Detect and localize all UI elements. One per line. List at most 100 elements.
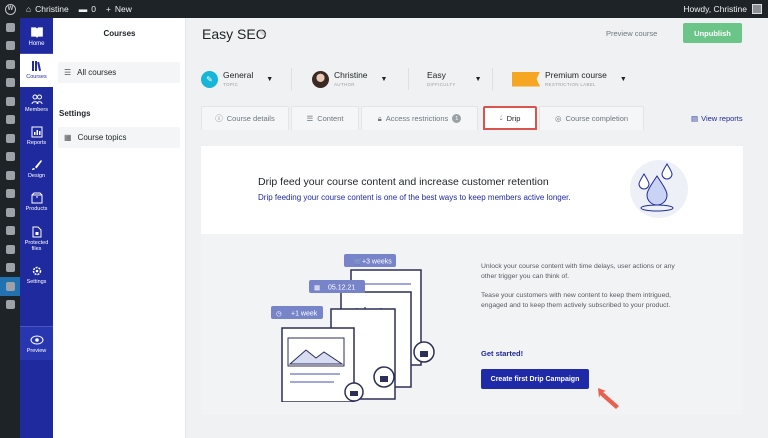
course-topics-link[interactable]: ▦ Course topics [58,127,180,148]
svg-text:◷: ◷ [276,311,282,318]
books-icon [31,61,41,72]
file-lock-icon [32,226,41,238]
list-icon: ☰ [306,114,314,123]
preview-course-button[interactable]: Preview course [600,25,663,43]
difficulty-selector[interactable]: Easy DIFFICULTY ▼ [427,68,482,90]
subnav-title: Courses [103,29,136,38]
appearance-icon[interactable] [0,129,20,148]
settings-icon[interactable] [0,203,20,222]
water-drops-icon [638,163,674,212]
plugins-icon[interactable] [0,148,20,167]
app-nav: Home Courses Members Reports Design Prod… [20,18,53,438]
nav-settings[interactable]: Settings [20,259,53,292]
divider [408,68,409,90]
all-courses-link[interactable]: ☰ All courses [58,62,180,83]
svg-text:▦: ▦ [314,285,320,292]
settings-header: Settings [59,109,91,118]
count-badge: 1 [452,114,462,123]
book-icon [30,26,43,38]
author-selector[interactable]: Christine AUTHOR ▼ [312,68,387,90]
tab-course-details[interactable]: ⓘ Course details [201,106,289,130]
drip-subheading: Drip feeding your course content is one … [258,193,571,202]
report-icon: ▤ [691,114,699,123]
plugin-icon[interactable] [0,222,20,241]
new-content-link[interactable]: + New [101,0,137,18]
main-content: Easy SEO ✎ Preview course Unpublish ✎ Ge… [186,18,768,438]
topic-icon: ✎ [201,70,218,88]
tools-icon[interactable] [0,185,20,204]
comments-link[interactable]: ▬ 0 [74,0,101,18]
home-icon: ⌂ [26,4,32,14]
nav-preview[interactable]: Preview [20,326,53,360]
chevron-down-icon: ▼ [266,75,274,83]
lock-icon: 🔒︎ [377,113,382,123]
tab-access-restrictions[interactable]: 🔒︎ Access restrictions 1 [361,106,478,130]
nav-members[interactable]: Members [20,87,53,120]
ribbon-icon [512,71,540,87]
seo-icon[interactable] [0,259,20,278]
get-started-label: Get started! [481,349,524,358]
pin-icon[interactable] [0,111,20,130]
wp-admin-sidebar [0,18,20,438]
grid-icon: ▦ [64,133,72,142]
drip-panel: Drip feed your course content and increa… [201,146,743,415]
nav-protected-files[interactable]: Protected files [20,219,53,259]
drip-para-2: Tease your customers with new content to… [481,292,672,309]
chevron-down-icon: ▼ [474,75,482,83]
nav-courses[interactable]: Courses [20,54,53,87]
collapse-icon[interactable] [0,296,20,315]
svg-text:🛒: 🛒 [354,258,362,266]
drop-icon: 💧︎ [499,113,503,122]
list-icon: ☰ [64,68,72,77]
view-reports-link[interactable]: ▤ View reports [691,114,743,123]
divider [492,68,493,90]
create-drip-campaign-button[interactable]: Create first Drip Campaign [481,369,589,389]
drip-heading: Drip feed your course content and increa… [258,176,549,188]
wp-logo-button[interactable]: W [0,0,21,18]
nav-home[interactable]: Home [20,18,53,54]
tab-course-completion[interactable]: ◎ Course completion [539,106,644,130]
chevron-down-icon: ▼ [619,75,627,83]
wordpress-icon: W [5,3,16,15]
users-group-icon [31,94,42,105]
site-name-link[interactable]: ⌂ Christine [21,0,74,18]
chevron-down-icon: ▼ [380,75,388,83]
plus-icon: + [105,4,111,14]
eye-icon [30,335,43,344]
nav-products[interactable]: Products [20,186,53,219]
reports-icon [31,126,42,138]
avatar [752,4,762,14]
divider [291,68,292,90]
drip-illustration: 🛒 +3 weeks ▦ 05.12.21 ◷ +1 week [271,254,435,402]
comment-icon: ▬ [78,4,88,14]
posts-icon[interactable] [0,37,20,56]
award-icon: ◎ [554,114,562,123]
dashboard-icon[interactable] [0,18,20,37]
edit-title-icon[interactable]: ✎ [259,28,267,39]
drip-body: 🛒 +3 weeks ▦ 05.12.21 ◷ +1 week Unlock y… [201,234,743,415]
comments-menu-icon[interactable] [0,92,20,111]
nav-reports[interactable]: Reports [20,120,53,153]
memberpress-icon[interactable] [0,277,20,296]
tab-drip[interactable]: 💧︎ Drip [483,106,537,130]
users-icon[interactable] [0,166,20,185]
media-icon[interactable] [0,55,20,74]
author-avatar [312,70,329,88]
drip-intro: Drip feed your course content and increa… [201,146,743,234]
topic-selector[interactable]: ✎ General TOPIC ▼ [201,68,273,90]
unpublish-button[interactable]: Unpublish [683,23,742,43]
nav-design[interactable]: Design [20,153,53,186]
tag-date: 05.12.21 [328,285,355,292]
account-menu[interactable]: Howdy, Christine [678,0,768,18]
tab-content[interactable]: ☰ Content [291,106,359,130]
restriction-selector[interactable]: Premium course RESTRICTION LABEL ▼ [512,68,627,90]
box-icon [31,192,42,204]
pages-icon[interactable] [0,74,20,93]
tag-one-week: +1 week [291,311,318,318]
page-title: Easy SEO [202,26,267,42]
leaf-icon[interactable] [0,240,20,259]
info-icon: ⓘ [215,114,223,123]
gear-icon [32,267,41,276]
wp-admin-bar: W ⌂ Christine ▬ 0 + New Howdy, Christine [0,0,768,18]
course-subnav: Courses ☰ All courses Settings ▦ Course … [53,18,186,438]
